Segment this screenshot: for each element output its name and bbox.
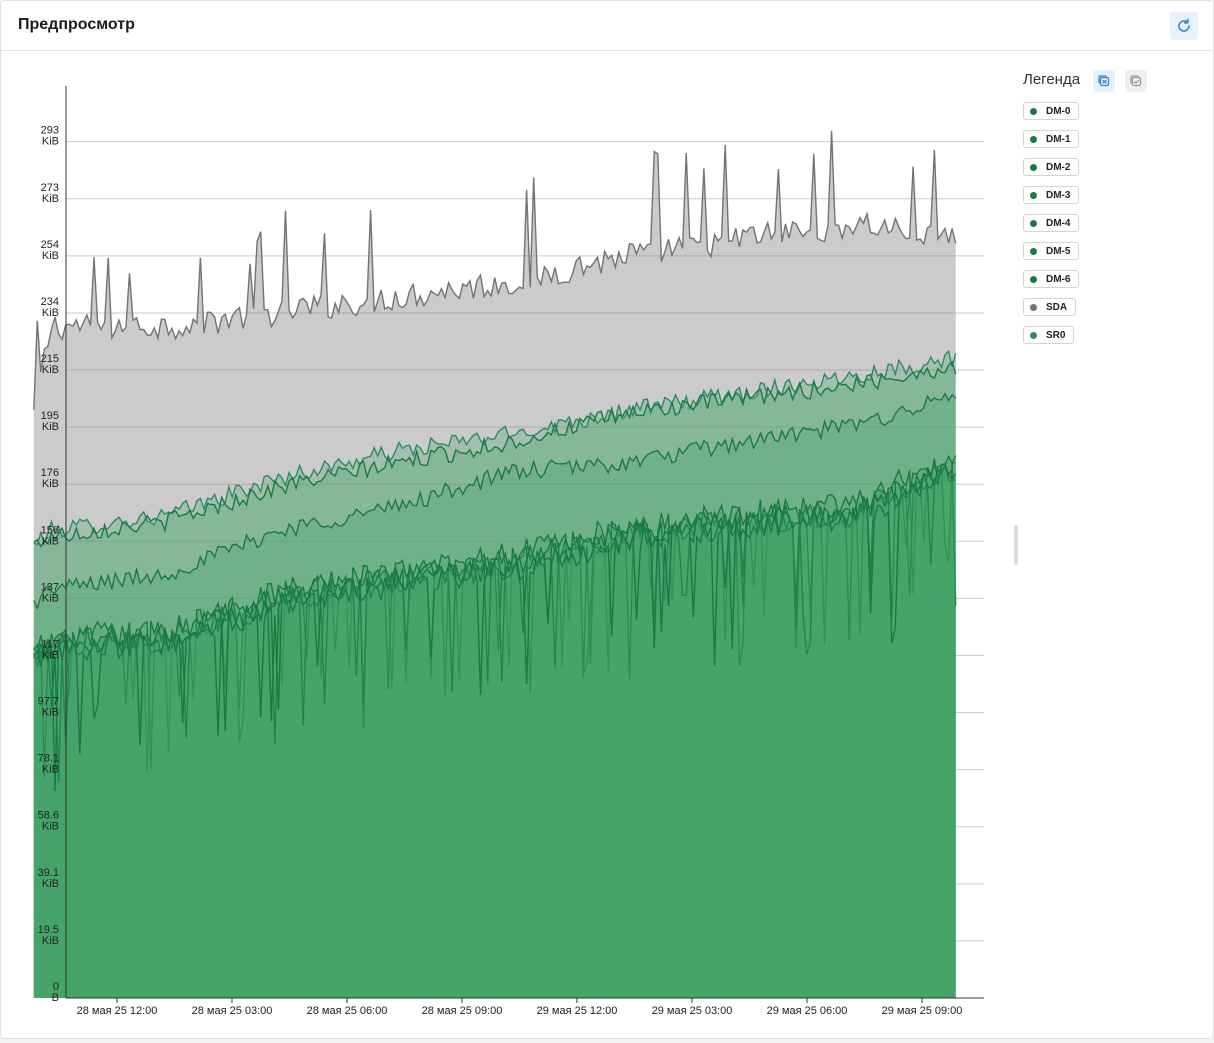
- resize-handle[interactable]: [1014, 525, 1018, 565]
- x-tick-label: 28 мая 25 12:00: [77, 1005, 158, 1017]
- legend-dot-icon: [1030, 163, 1037, 171]
- y-tick-label: 195 KiB: [41, 410, 59, 433]
- x-tick-labels: 28 мая 25 12:00 28 мая 25 03:00 28 мая 25 …: [77, 998, 963, 1017]
- legend-item-dm-0[interactable]: DM-0: [1023, 102, 1080, 120]
- legend-items: DM-0 DM-1 DM-2 DM-3 DM-4 DM-5 DM-6 SDA SR0: [1023, 102, 1080, 354]
- y-tick-label: 254 KiB: [41, 239, 59, 262]
- legend-item-dm-5[interactable]: DM-5: [1023, 242, 1080, 260]
- y-tick-label: 293 KiB: [41, 125, 59, 148]
- legend-item-sda[interactable]: SDA: [1023, 298, 1077, 316]
- line-chart: 0 B19.5 KiB39.1 KiB58.6 KiB78.1 KiB97.7 KiB117…: [33, 86, 984, 1017]
- legend-item-label: DM-4: [1046, 217, 1071, 229]
- refresh-icon: [1178, 18, 1190, 32]
- y-tick-label: 176 KiB: [41, 467, 59, 490]
- chart-area: 0 B 19.5 KiB 39.1 KiB 58.6 KiB 78.1 KiB 97.7 KiB 117…: [1, 51, 1011, 1038]
- panel-title: Предпросмотр: [18, 16, 135, 33]
- y-tick-label: 234 KiB: [41, 296, 59, 319]
- y-tick-label: 273 KiB: [41, 182, 59, 205]
- legend-dot-icon: [1030, 331, 1037, 339]
- x-tick-label: 28 мая 25 03:00: [192, 1005, 273, 1017]
- legend-item-label: DM-3: [1046, 189, 1071, 201]
- legend-item-dm-6[interactable]: DM-6: [1023, 270, 1080, 288]
- x-tick-label: 28 мая 25 06:00: [307, 1005, 388, 1017]
- legend-dot-icon: [1030, 219, 1037, 227]
- legend-item-label: DM-2: [1046, 161, 1071, 173]
- legend-dot-icon: [1030, 303, 1037, 311]
- x-tick-label: 29 мая 25 09:00: [882, 1005, 963, 1017]
- y-tick-label: 215 KiB: [41, 353, 59, 376]
- y-tick-label: 156 KiB: [41, 524, 59, 547]
- x-tick-label: 29 мая 25 06:00: [767, 1005, 848, 1017]
- legend-item-dm-4[interactable]: DM-4: [1023, 214, 1080, 232]
- legend-title: Легенда: [1023, 71, 1081, 88]
- legend-dot-icon: [1030, 107, 1037, 115]
- legend-item-label: DM-0: [1046, 105, 1071, 117]
- refresh-button[interactable]: [1170, 12, 1198, 40]
- x-tick-label: 29 мая 25 03:00: [652, 1005, 733, 1017]
- legend-item-label: SDA: [1046, 301, 1068, 313]
- legend-item-dm-2[interactable]: DM-2: [1023, 158, 1080, 176]
- legend-dot-icon: [1030, 191, 1037, 199]
- legend-item-label: SR0: [1046, 329, 1066, 341]
- y-tick-label: 137 KiB: [41, 581, 59, 604]
- legend-item-label: DM-5: [1046, 245, 1071, 257]
- y-tick-label: 117 KiB: [41, 638, 59, 661]
- preview-panel: Предпросмотр 0 B 19.5 KiB 39.1 KiB 58.6 KiB 78.1…: [0, 0, 1214, 1039]
- legend-item-sr0[interactable]: SR0: [1023, 326, 1075, 344]
- legend-dot-icon: [1030, 275, 1037, 283]
- legend-item-dm-1[interactable]: DM-1: [1023, 130, 1080, 148]
- x-tick-label: 28 мая 25 09:00: [422, 1005, 503, 1017]
- legend-dot-icon: [1030, 247, 1037, 255]
- select-all-icon: [1098, 75, 1110, 87]
- legend-item-dm-3[interactable]: DM-3: [1023, 186, 1080, 204]
- series-layer: [33, 130, 957, 998]
- deselect-all-button[interactable]: [1125, 70, 1147, 92]
- legend-item-label: DM-1: [1046, 133, 1071, 145]
- x-tick-label: 29 мая 25 12:00: [537, 1005, 618, 1017]
- legend-item-label: DM-6: [1046, 273, 1071, 285]
- deselect-all-icon: [1130, 75, 1142, 87]
- y-tick-label: 0B: [52, 981, 59, 1004]
- select-all-button[interactable]: [1093, 70, 1115, 92]
- legend-dot-icon: [1030, 135, 1037, 143]
- panel-header: Предпросмотр: [1, 1, 1213, 51]
